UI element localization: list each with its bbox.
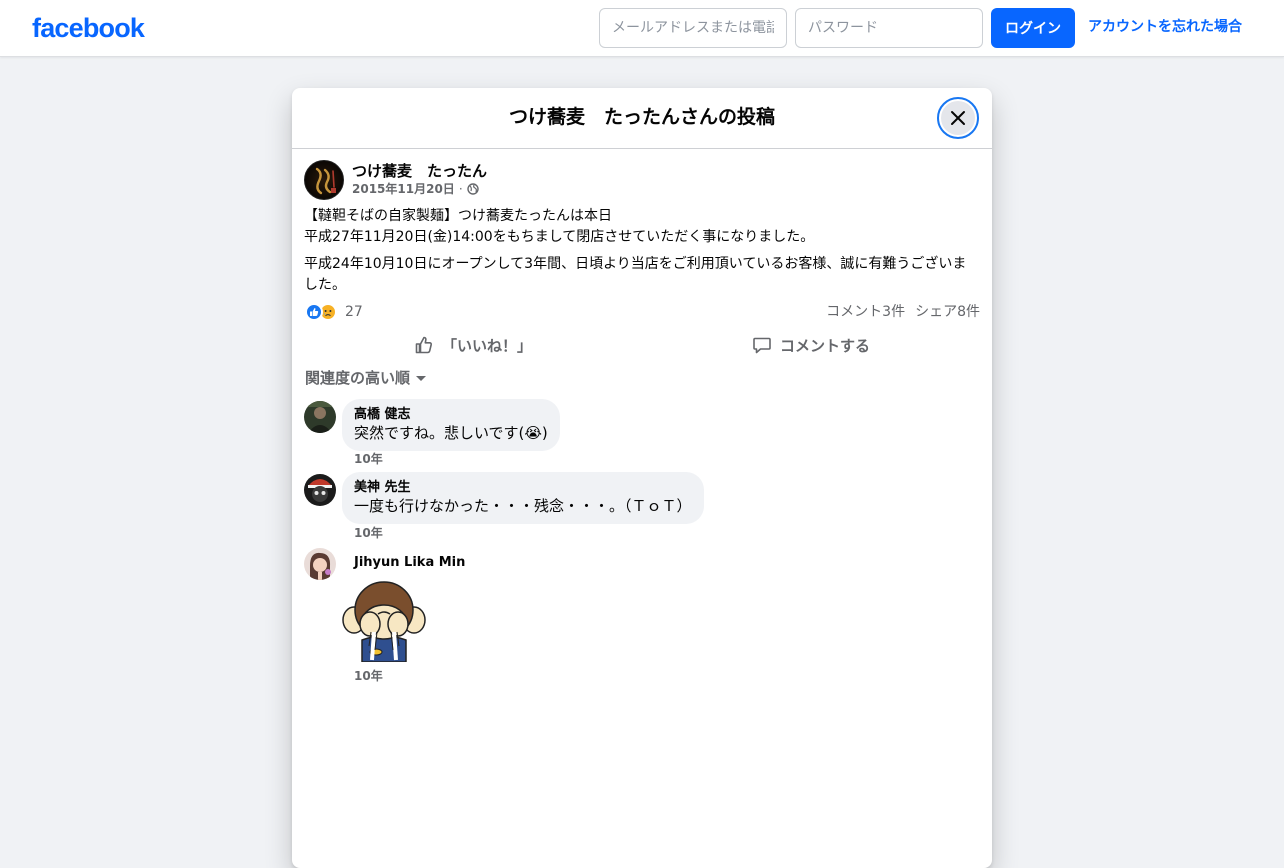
commenter-avatar[interactable] <box>304 474 336 506</box>
person-photo-icon <box>304 401 336 433</box>
engagement-counts: コメント3件 シェア8件 <box>826 302 980 322</box>
crying-monkey-sticker[interactable] <box>342 580 426 662</box>
close-icon <box>951 111 965 125</box>
dialog-header: つけ蕎麦 たったんさんの投稿 <box>292 88 992 149</box>
comment-time[interactable]: 10年 <box>354 525 383 541</box>
comment-text: 突然ですね。悲しいです(😭) <box>354 424 548 442</box>
comment-count[interactable]: コメント3件 <box>826 304 905 320</box>
thumbs-up-icon <box>415 336 432 354</box>
comment-time[interactable]: 10年 <box>354 451 383 467</box>
post-line: 平成24年10月10日にオープンして3年間、日頃より当店をご利用頂いているお客様… <box>304 256 967 293</box>
sort-label: 関連度の高い順 <box>305 369 411 387</box>
dialog-title: つけ蕎麦 たったんさんの投稿 <box>508 106 775 128</box>
like-reaction-icon <box>305 303 323 321</box>
comment-label: コメントする <box>779 336 870 355</box>
meta-separator: · <box>458 182 463 196</box>
comment-sort-dropdown[interactable]: 関連度の高い順 <box>305 368 427 388</box>
login-button[interactable]: ログイン <box>991 8 1075 48</box>
forgot-account-link[interactable]: アカウントを忘れた場合 <box>1088 17 1242 37</box>
post-meta: 2015年11月20日 · <box>352 181 479 197</box>
post-message: 【韃靼そばの自家製麺】つけ蕎麦たったんは本日 平成27年11月20日(金)14:… <box>304 206 980 302</box>
post-action-bar: 「いいね！」 コメントする <box>304 328 980 362</box>
commenter-name[interactable]: 高橋 健志 <box>354 406 548 423</box>
comment-time[interactable]: 10年 <box>354 668 383 684</box>
post-dialog: つけ蕎麦 たったんさんの投稿 つけ蕎麦 たったん 2015年11月20日 · 【韃… <box>292 88 992 868</box>
like-button[interactable]: 「いいね！」 <box>304 328 642 362</box>
globe-icon <box>466 183 479 195</box>
commenter-avatar[interactable] <box>304 548 336 580</box>
like-label: 「いいね！」 <box>441 336 532 355</box>
comment-bubble: 美神 先生 一度も行けなかった・・・残念・・・。（ＴｏＴ） <box>342 472 704 524</box>
reaction-count: 27 <box>345 304 363 320</box>
close-button[interactable] <box>937 97 979 139</box>
post-author-name[interactable]: つけ蕎麦 たったん <box>352 161 487 181</box>
password-input[interactable] <box>795 8 983 48</box>
share-count[interactable]: シェア8件 <box>915 304 980 320</box>
person-photo-icon <box>304 548 336 580</box>
commenter-name[interactable]: 美神 先生 <box>354 479 692 496</box>
page-avatar[interactable] <box>304 160 344 200</box>
top-navigation-bar: facebook ログイン アカウントを忘れた場合 <box>0 0 1284 57</box>
calligraphy-logo-icon <box>315 167 336 195</box>
comment-text: 一度も行けなかった・・・残念・・・。（ＴｏＴ） <box>354 497 692 515</box>
comment-icon <box>753 337 771 354</box>
post-line: 【韃靼そばの自家製麺】つけ蕎麦たったんは本日 <box>304 208 612 224</box>
post-line: 平成27年11月20日(金)14:00をもちまして閉店させていただく事になりまし… <box>304 229 815 245</box>
comment-button[interactable]: コメントする <box>642 328 980 362</box>
email-input[interactable] <box>599 8 787 48</box>
caret-down-icon <box>416 376 427 381</box>
reaction-summary[interactable]: 27 <box>305 302 363 322</box>
person-photo-icon <box>304 474 336 506</box>
commenter-name[interactable]: Jihyun Lika Min <box>354 554 465 571</box>
comment-bubble: 高橋 健志 突然ですね。悲しいです(😭) <box>342 399 560 451</box>
commenter-avatar[interactable] <box>304 401 336 433</box>
post-date[interactable]: 2015年11月20日 <box>352 182 455 196</box>
facebook-logo[interactable]: facebook <box>32 10 145 46</box>
